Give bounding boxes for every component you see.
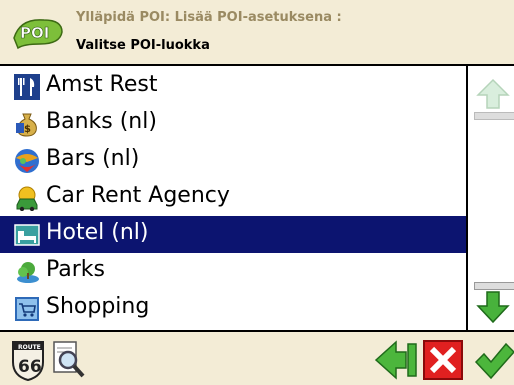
scroll-track-top <box>474 112 514 120</box>
arrow-down-icon[interactable] <box>476 290 510 324</box>
app-window: POI Ylläpidä POI: Lisää POI-asetuksena :… <box>0 0 514 385</box>
header: POI Ylläpidä POI: Lisää POI-asetuksena :… <box>0 0 514 66</box>
bottom-toolbar: ROUTE 66 <box>0 330 514 385</box>
list-item[interactable]: Bars (nl) <box>0 142 466 179</box>
list-item-label: Shopping <box>46 294 150 319</box>
magnifier-icon[interactable] <box>52 340 86 380</box>
list-item[interactable]: Shopping <box>0 290 466 327</box>
list-item[interactable]: $ Banks (nl) <box>0 105 466 142</box>
list-item-selected[interactable]: Hotel (nl) <box>0 216 466 253</box>
bed-icon <box>14 224 40 246</box>
restaurant-icon <box>14 74 40 100</box>
route66-icon[interactable]: ROUTE 66 <box>10 338 46 382</box>
poi-logo-icon: POI <box>13 19 63 50</box>
car-icon <box>16 186 38 211</box>
svg-text:$: $ <box>24 124 31 135</box>
shopping-cart-icon <box>15 297 39 321</box>
route66-label: 66 <box>18 357 42 377</box>
money-bag-icon: $ <box>16 113 37 137</box>
list-item-label: Hotel (nl) <box>46 220 149 245</box>
tree-icon <box>17 262 39 283</box>
arrow-up-icon[interactable] <box>476 78 510 110</box>
list-item-label: Bars (nl) <box>46 146 140 171</box>
back-icon[interactable] <box>374 340 418 380</box>
scroll-thumb[interactable] <box>474 282 514 290</box>
list-item[interactable]: Car Rent Agency <box>0 179 466 216</box>
list-item-label: Amst Rest <box>46 72 158 97</box>
list-item[interactable]: Parks <box>0 253 466 290</box>
list-item[interactable]: Amst Rest <box>0 68 466 105</box>
svg-text:POI: POI <box>20 24 49 42</box>
svg-text:ROUTE: ROUTE <box>18 344 41 351</box>
poi-category-list: Amst Rest $ Banks (nl) Bars (nl) Car Ren… <box>0 66 468 330</box>
page-title: Valitse POI-luokka <box>76 38 210 53</box>
cocktail-icon <box>15 149 39 173</box>
list-item-label: Banks (nl) <box>46 109 157 134</box>
list-item-label: Parks <box>46 257 106 282</box>
cancel-icon[interactable] <box>422 339 464 381</box>
list-item-label: Car Rent Agency <box>46 183 230 208</box>
breadcrumb: Ylläpidä POI: Lisää POI-asetuksena : <box>76 10 342 25</box>
ok-icon[interactable] <box>474 340 514 380</box>
